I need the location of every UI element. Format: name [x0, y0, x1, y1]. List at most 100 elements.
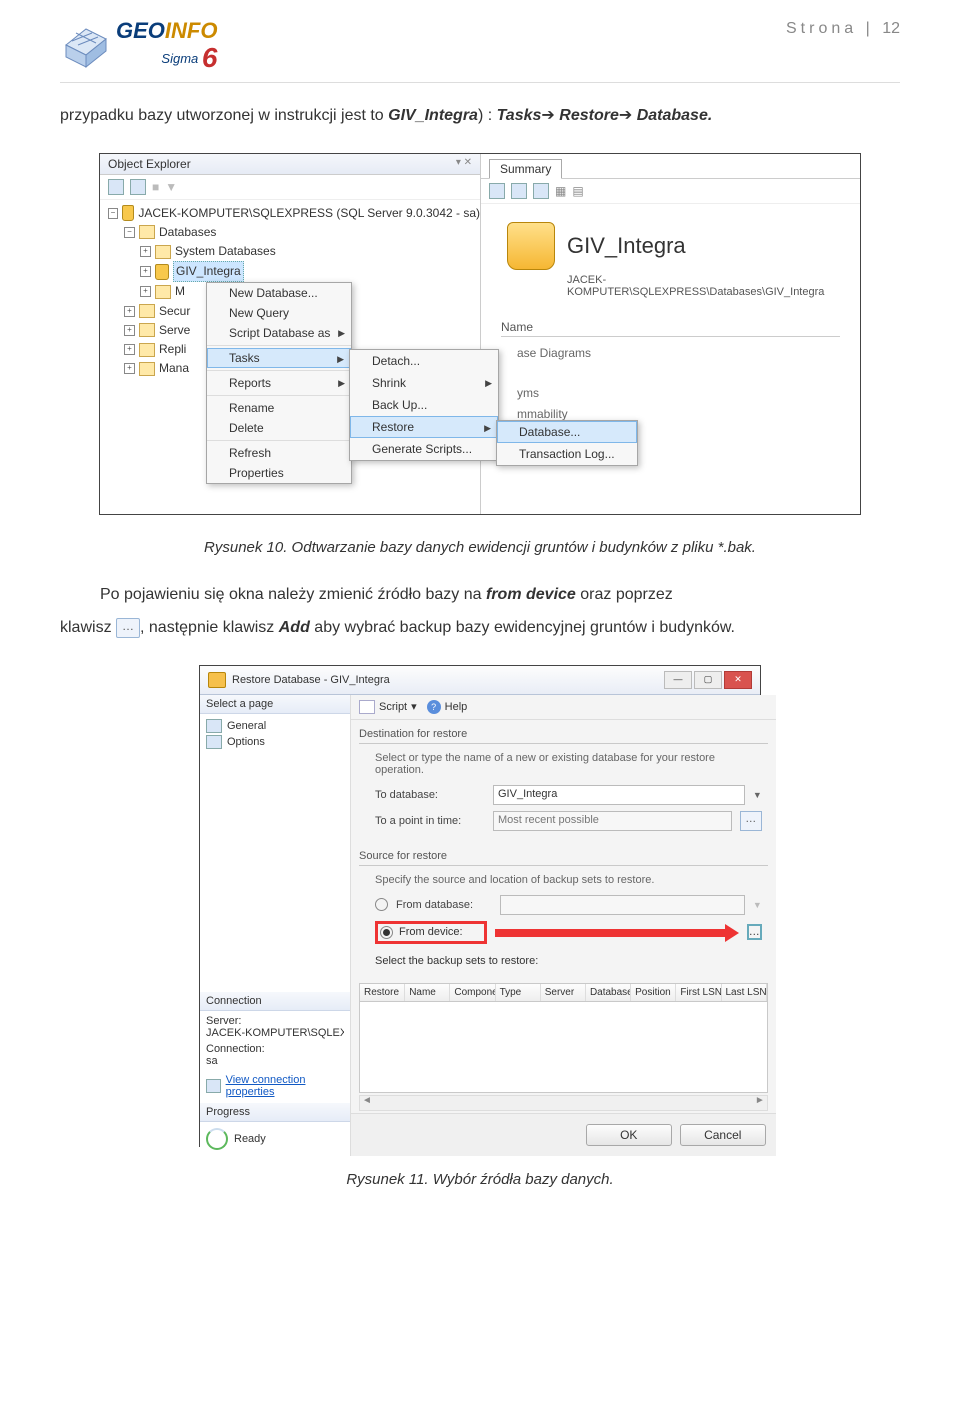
menu-backup[interactable]: Back Up...: [350, 394, 498, 416]
summary-items: ase Diagrams yms mmability: [481, 337, 860, 425]
figure-2-caption: Rysunek 11. Wybór źródła bazy danych.: [60, 1171, 900, 1188]
summary-tab[interactable]: Summary: [489, 159, 562, 179]
ready-icon: [206, 1128, 228, 1150]
toolbar-icon[interactable]: [511, 183, 527, 199]
right-panel: Script ▾ ?Help Destination for restore S…: [351, 695, 776, 1156]
summary-toolbar: ▦ ▤: [481, 179, 860, 204]
figure-1-caption: Rysunek 10. Odtwarzanie bazy danych ewid…: [60, 539, 900, 556]
toolbar-icon[interactable]: [489, 183, 505, 199]
server-icon: [122, 205, 134, 221]
summary-path: JACEK-KOMPUTER\SQLEXPRESS\Databases\GIV_…: [481, 274, 860, 312]
close-button[interactable]: ✕: [724, 671, 752, 689]
to-database-input[interactable]: GIV_Integra: [493, 785, 745, 805]
to-database-label: To database:: [375, 789, 485, 801]
folder-icon: [139, 323, 155, 337]
connect-icon[interactable]: [108, 179, 124, 195]
from-database-radio[interactable]: [375, 898, 388, 911]
link-icon: [206, 1079, 221, 1093]
logo-geo: GEO: [116, 18, 165, 43]
page-number: Strona | 12: [786, 20, 900, 38]
giv-integra-node[interactable]: GIV_Integra: [173, 261, 244, 282]
server-label: Server:: [206, 1015, 344, 1027]
toolbar-icon[interactable]: [533, 183, 549, 199]
backup-table-header: RestoreNameComponentTypeServerDatabasePo…: [359, 983, 768, 1002]
view-connection-link[interactable]: View connection properties: [226, 1074, 344, 1098]
page-header: GEOINFO Sigma 6 Strona | 12: [60, 20, 900, 83]
paragraph-2: Po pojawieniu się okna należy zmienić źr…: [60, 582, 900, 608]
to-point-input: Most recent possible: [493, 811, 732, 831]
tree-node[interactable]: Repli: [159, 340, 186, 359]
destination-hint: Select or type the name of a new or exis…: [375, 752, 762, 782]
logo-sigma: Sigma: [161, 51, 198, 66]
context-menu: New Database... New Query Script Databas…: [206, 282, 352, 484]
menu-new-query[interactable]: New Query: [207, 303, 351, 323]
menu-detach[interactable]: Detach...: [350, 350, 498, 372]
maximize-button[interactable]: ▢: [694, 671, 722, 689]
database-icon: [155, 264, 169, 280]
databases-node[interactable]: Databases: [159, 223, 216, 242]
from-device-radio[interactable]: [380, 926, 393, 939]
folder-icon: [155, 245, 171, 259]
backup-table-body: [359, 1002, 768, 1093]
menu-restore-database[interactable]: Database...: [497, 421, 637, 443]
name-header: Name: [501, 320, 840, 337]
menu-restore[interactable]: Restore▶: [350, 416, 498, 438]
menu-generate-scripts[interactable]: Generate Scripts...: [350, 438, 498, 460]
menu-rename[interactable]: Rename: [207, 398, 351, 418]
select-backup-label: Select the backup sets to restore:: [375, 947, 762, 969]
window-titlebar: Restore Database - GIV_Integra — ▢ ✕: [200, 666, 760, 695]
database-icon: [507, 222, 555, 270]
restore-submenu: Database... Transaction Log...: [496, 420, 638, 466]
ok-button[interactable]: OK: [586, 1124, 672, 1146]
menu-tasks[interactable]: Tasks▶: [207, 348, 351, 368]
help-button[interactable]: ?Help: [427, 700, 468, 714]
system-databases-node[interactable]: System Databases: [175, 242, 276, 261]
page-icon: [206, 719, 222, 733]
tree-node[interactable]: Secur: [159, 302, 190, 321]
logo-text: GEOINFO Sigma 6: [116, 20, 217, 74]
page-general[interactable]: General: [206, 718, 344, 734]
menu-restore-transaction-log[interactable]: Transaction Log...: [497, 443, 637, 465]
tree-node[interactable]: Mana: [159, 359, 189, 378]
window-title: Restore Database - GIV_Integra: [232, 674, 390, 686]
refresh-icon[interactable]: [130, 179, 146, 195]
menu-shrink[interactable]: Shrink▶: [350, 372, 498, 394]
to-point-browse-button[interactable]: …: [740, 811, 762, 831]
figure-2: Restore Database - GIV_Integra — ▢ ✕ Sel…: [199, 665, 761, 1147]
menu-delete[interactable]: Delete: [207, 418, 351, 438]
tree-node[interactable]: M: [175, 282, 185, 301]
oe-toolbar: ■ ▼: [100, 175, 480, 200]
connection-header: Connection: [200, 992, 350, 1011]
server-value: JACEK-KOMPUTER\SQLEXPRE: [206, 1027, 344, 1039]
cancel-button[interactable]: Cancel: [680, 1124, 766, 1146]
paragraph-1: przypadku bazy utworzonej w instrukcji j…: [60, 103, 900, 129]
minimize-button[interactable]: —: [664, 671, 692, 689]
server-node[interactable]: JACEK-KOMPUTER\SQLEXPRESS (SQL Server 9.…: [138, 204, 480, 223]
logo-icon: [60, 25, 112, 69]
menu-refresh[interactable]: Refresh: [207, 443, 351, 463]
menu-new-database[interactable]: New Database...: [207, 283, 351, 303]
ellipsis-button[interactable]: …: [116, 618, 140, 638]
folder-icon: [139, 225, 155, 239]
menu-script-database[interactable]: Script Database as▶: [207, 323, 351, 343]
object-explorer-title: Object Explorer ▾ ✕: [100, 154, 480, 175]
script-button[interactable]: Script ▾: [359, 700, 417, 714]
logo: GEOINFO Sigma 6: [60, 20, 217, 74]
paragraph-3: klawisz …, następnie klawisz Add aby wyb…: [60, 615, 900, 641]
progress-header: Progress: [200, 1103, 350, 1122]
connection-label: Connection:: [206, 1043, 344, 1055]
page-options[interactable]: Options: [206, 734, 344, 750]
select-page-header: Select a page: [200, 695, 350, 714]
destination-group: Destination for restore: [359, 728, 768, 743]
from-device-browse-button[interactable]: …: [747, 924, 762, 940]
app-icon: [208, 672, 226, 688]
source-hint: Specify the source and location of backu…: [375, 874, 762, 892]
tasks-submenu: Detach... Shrink▶ Back Up... Restore▶ Ge…: [349, 349, 499, 461]
menu-reports[interactable]: Reports▶: [207, 373, 351, 393]
from-database-label: From database:: [396, 899, 492, 911]
horizontal-scrollbar[interactable]: [359, 1095, 768, 1111]
menu-properties[interactable]: Properties: [207, 463, 351, 483]
red-arrow: [495, 924, 739, 940]
from-device-highlight: From device:: [375, 921, 487, 944]
tree-node[interactable]: Serve: [159, 321, 190, 340]
